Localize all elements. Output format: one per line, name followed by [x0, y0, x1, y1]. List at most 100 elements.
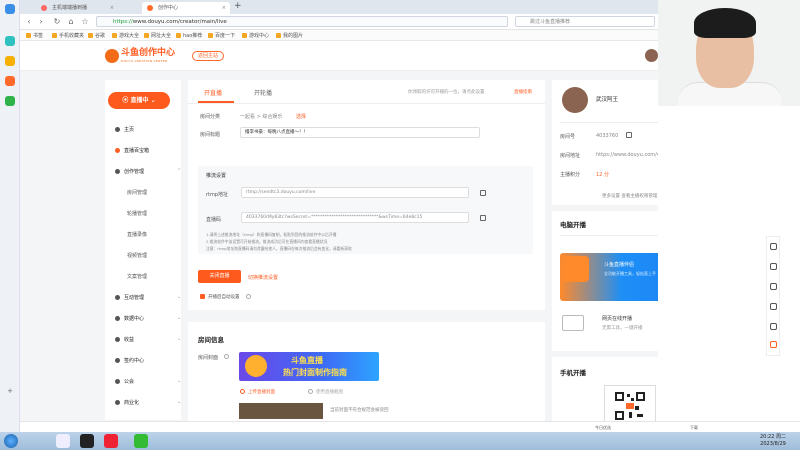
- live-status-button[interactable]: ⦿ 直播中 ⌄: [108, 92, 170, 109]
- room-category-label: 房间分类: [200, 114, 221, 120]
- live-settings-panel: 开直播 开轮播 你领取的许可开播的一位，请点此设置 直播指南 房间分类 一起看 …: [188, 80, 545, 310]
- game-icon[interactable]: [5, 76, 15, 86]
- close-live-button[interactable]: 关闭直播: [198, 270, 241, 283]
- customer-service-icon[interactable]: [770, 243, 777, 250]
- room-category-select-link[interactable]: 选择: [296, 113, 306, 120]
- sidebar-item-contract[interactable]: 签约中心: [115, 357, 144, 364]
- sidebar-item-room[interactable]: 房间管理: [127, 189, 147, 196]
- host-points-label: 主播积分: [560, 172, 581, 178]
- bookmark-item[interactable]: 书签: [26, 32, 43, 40]
- top-icon[interactable]: [770, 341, 777, 348]
- search-input[interactable]: 跳过斗鱼直播推荐: [515, 16, 655, 27]
- bookmark-item[interactable]: 手机收藏夹: [52, 32, 84, 40]
- sidebar-item-interaction[interactable]: 互动管理 ⌄: [115, 294, 181, 301]
- site-logo[interactable]: 斗鱼创作中心 DOUYU CREATION CENTER: [105, 48, 177, 64]
- content-area: ⦿ 直播中 ⌄ 主页 直播百宝箱 创作管理 ⌃ 房间管理 轮播管理 直播录像 视频…: [20, 71, 720, 432]
- system-clock[interactable]: 20:22 周二 2023/8/29: [760, 434, 786, 448]
- stream-key-label: 直播码: [206, 217, 222, 223]
- tab-start-carousel[interactable]: 开轮播: [254, 88, 272, 97]
- rtmp-address-field[interactable]: rtmp://sendtc3.douyu.com/live: [241, 187, 469, 198]
- back-to-main-site-button[interactable]: 返回主站: [192, 51, 224, 61]
- browser-tab[interactable]: 主机端端播到播 ×: [36, 2, 118, 14]
- browser-logo-icon[interactable]: [5, 4, 15, 14]
- room-info-title: 房间信息: [198, 336, 224, 344]
- sidebar-item-toolbox[interactable]: 直播百宝箱: [115, 147, 149, 154]
- refresh-icon[interactable]: ↻: [52, 17, 62, 27]
- sidebar-item-data[interactable]: 数据中心 ⌄: [115, 315, 181, 322]
- header-avatar[interactable]: [645, 49, 658, 62]
- chevron-up-icon: ⌃: [177, 168, 182, 174]
- star-icon[interactable]: [5, 56, 15, 66]
- bookmark-item[interactable]: 游戏大全: [112, 32, 139, 40]
- bookmark-item[interactable]: hao推荐: [176, 32, 202, 40]
- copy-icon[interactable]: [480, 190, 486, 196]
- tab-label: 创作中心: [158, 5, 179, 11]
- sidebar-item-home[interactable]: 主页: [115, 126, 134, 133]
- help-icon[interactable]: [224, 354, 229, 359]
- new-tab-icon[interactable]: +: [234, 1, 242, 11]
- start-button-icon[interactable]: [4, 434, 18, 448]
- current-cover-thumbnail[interactable]: [239, 403, 323, 419]
- app-icon[interactable]: [5, 36, 15, 46]
- star-outline-icon[interactable]: ☆: [80, 17, 90, 27]
- video-icon[interactable]: [770, 263, 777, 270]
- logo-subtitle: DOUYU CREATION CENTER: [121, 59, 168, 63]
- right-blank-strip: [658, 106, 800, 432]
- bookmark-item[interactable]: 百度一下: [208, 32, 235, 40]
- url-input[interactable]: https://www.douyu.com/creator/main/live: [96, 16, 508, 27]
- taskbar-app-icon[interactable]: [56, 434, 70, 448]
- sidebar-item-creation[interactable]: 创作管理 ⌃: [115, 168, 181, 175]
- message-icon[interactable]: [770, 283, 777, 290]
- taskbar-app-icon[interactable]: [104, 434, 118, 448]
- taskbar-app-icon[interactable]: [134, 434, 148, 448]
- bookmark-item[interactable]: 我的图片: [276, 32, 303, 40]
- sidebar-item-income[interactable]: 收益 ⌄: [115, 336, 181, 343]
- live-guide-link[interactable]: 直播指南: [514, 89, 532, 95]
- upload-cover-label: 上传直播封面: [248, 390, 275, 395]
- back-arrow-icon[interactable]: ‹: [24, 17, 34, 27]
- site-header: 斗鱼创作中心 DOUYU CREATION CENTER 返回主站: [20, 41, 658, 71]
- browser-status-bar: 今日优选 下载: [20, 421, 800, 432]
- pc-live-title: 电脑开播: [560, 221, 586, 229]
- close-icon[interactable]: ×: [222, 2, 226, 14]
- copy-icon[interactable]: [626, 132, 632, 138]
- cover-banner[interactable]: 斗鱼直播 热门封面制作指南: [239, 352, 379, 381]
- tab-start-live[interactable]: 开直播: [204, 88, 222, 97]
- sidebar-item-commerce[interactable]: 商业化 ⌄: [115, 399, 181, 406]
- copy-icon[interactable]: [480, 215, 486, 221]
- switch-push-settings-link[interactable]: 切换推流设置: [248, 274, 278, 281]
- wechat-icon[interactable]: [5, 96, 15, 106]
- profile-links[interactable]: 更多设置 查看主播权限管理 ›: [602, 193, 661, 199]
- cover-caption: 当前封面不符合规范会被驳回: [330, 408, 389, 413]
- help-icon[interactable]: [246, 294, 251, 299]
- home-icon[interactable]: ⌂: [66, 17, 76, 27]
- avatar[interactable]: [562, 87, 588, 113]
- forward-arrow-icon[interactable]: ›: [36, 17, 46, 27]
- streamer-name: 武汉阿王: [596, 97, 619, 103]
- screenshot-cover-radio[interactable]: [308, 389, 313, 394]
- status-right-text[interactable]: 下载: [690, 425, 698, 431]
- plus-icon[interactable]: +: [5, 386, 15, 396]
- sidebar-item-guild[interactable]: 公会 ⌄: [115, 378, 181, 385]
- bookmark-item[interactable]: 游戏中心: [242, 32, 269, 40]
- room-title-input[interactable]: 撸李书豪：每晚八点直播～！！: [240, 127, 480, 138]
- address-bar-row: ‹ › ↻ ⌂ ☆ https://www.douyu.com/creator/…: [20, 14, 658, 30]
- auto-setting-checkbox[interactable]: [200, 294, 205, 299]
- stream-key-field[interactable]: 4033760rMy83tc?wsSecret=****************…: [241, 212, 469, 223]
- monitor-icon[interactable]: [770, 323, 777, 330]
- taskbar-app-icon[interactable]: [80, 434, 94, 448]
- sidebar-item-carousel[interactable]: 轮播管理: [127, 210, 147, 217]
- status-left-text[interactable]: 今日优选: [595, 425, 611, 431]
- close-icon[interactable]: ×: [110, 2, 114, 14]
- sidebar-item-videos[interactable]: 视频管理: [127, 252, 147, 259]
- upload-cover-radio[interactable]: [240, 389, 245, 394]
- sidebar-item-copy[interactable]: 文案管理: [127, 273, 147, 280]
- sidebar-item-recordings[interactable]: 直播录像: [127, 231, 147, 238]
- sign-icon: [115, 358, 120, 363]
- bookmark-item[interactable]: 网址大全: [144, 32, 171, 40]
- bookmark-item[interactable]: 谷歌: [88, 32, 105, 40]
- auto-setting-label: 开播后自动设置: [208, 295, 240, 300]
- headset-icon[interactable]: [770, 303, 777, 310]
- room-address-label: 房间地址: [560, 153, 581, 159]
- browser-tab-active[interactable]: 创作中心 ×: [142, 2, 230, 14]
